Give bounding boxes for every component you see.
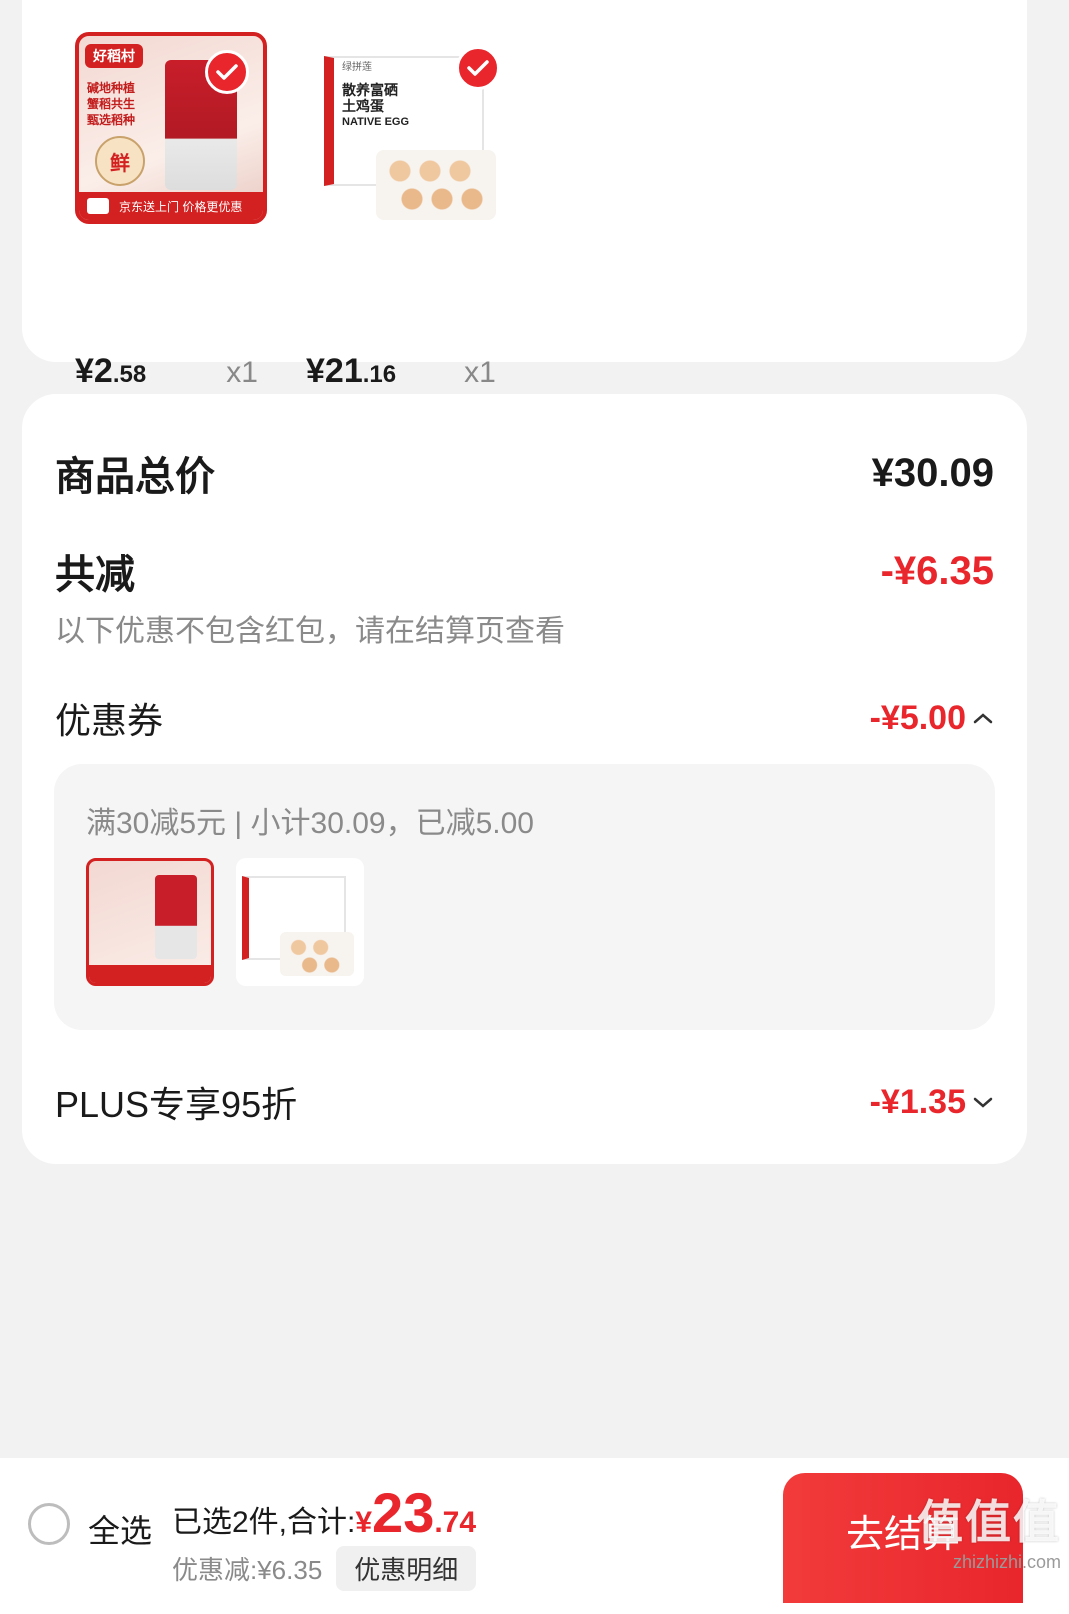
- rice-slogan: 碱地种植 蟹稻共生 甄选稻种: [87, 81, 136, 127]
- reduce-row: 共减 -¥6.35: [55, 542, 994, 600]
- coupon-product-thumb-rice[interactable]: [86, 858, 214, 986]
- watermark-url: zhizhizhi.com: [952, 1552, 1061, 1572]
- plus-discount-label: PLUS专享95折: [55, 1084, 298, 1125]
- chevron-down-icon: [973, 1097, 993, 1108]
- price-summary-card: 商品总价 ¥30.09 共减 -¥6.35 以下优惠不包含红包，请在结算页查看 …: [22, 394, 1027, 1164]
- brand-label: 好稻村: [85, 44, 143, 68]
- egg-title: 散养富硒 土鸡蛋 NATIVE EGG: [342, 82, 410, 128]
- price-row: ¥21.16 x1: [306, 352, 496, 391]
- truck-icon: [87, 198, 109, 214]
- product-image-egg[interactable]: 绿拼莲 散养富硒 土鸡蛋 NATIVE EGG: [318, 32, 510, 224]
- price-row: ¥2.58 x1: [75, 352, 258, 391]
- coupon-detail-box: 满30减5元 | 小计30.09，已减5.00: [54, 764, 995, 1030]
- coupon-detail-text: 满30减5元 | 小计30.09，已减5.00: [86, 807, 534, 840]
- select-all-label[interactable]: 全选: [88, 1506, 152, 1552]
- selected-check-icon[interactable]: [205, 50, 249, 94]
- product-price: ¥2.58: [75, 352, 147, 390]
- coupon-product-thumb-egg[interactable]: [236, 858, 364, 986]
- coupon-label: 优惠券: [55, 700, 164, 741]
- discount-summary: 优惠减:¥6.35 优惠明细: [172, 1546, 477, 1591]
- plus-discount-row[interactable]: PLUS专享95折 -¥1.35: [55, 1076, 994, 1128]
- total-amount-dec: .74: [434, 1506, 477, 1539]
- discount-detail-button[interactable]: 优惠明细: [336, 1546, 477, 1591]
- total-amount-int: 23: [372, 1481, 435, 1544]
- product-price: ¥21.16: [306, 352, 397, 390]
- checkout-bar: 全选 已选2件,合计: ¥ 23 .74 优惠减:¥6.35 优惠明细 去结算: [0, 1458, 1069, 1614]
- reduce-label: 共减: [55, 553, 135, 597]
- product-card: 好稻村 碱地种植 蟹稻共生 甄选稻种 鲜 京东送上门 价格更优惠 ¥2.58 x…: [22, 0, 1027, 390]
- coupon-value[interactable]: -¥5.00: [870, 699, 994, 738]
- selected-total: 已选2件,合计: ¥ 23 .74: [172, 1480, 476, 1545]
- watermark-logo: 值值值: [917, 1496, 1061, 1548]
- chevron-up-icon: [973, 713, 993, 724]
- select-all-radio[interactable]: [28, 1503, 70, 1545]
- selected-check-icon[interactable]: [456, 46, 500, 90]
- coupon-row[interactable]: 优惠券 -¥5.00: [55, 692, 994, 744]
- site-watermark: 值值值 zhizhizhi.com: [917, 1486, 1061, 1573]
- product-qty: x1: [226, 356, 258, 389]
- product-qty: x1: [464, 356, 496, 389]
- discount-note: 以下优惠不包含红包，请在结算页查看: [55, 615, 565, 648]
- product-image-rice[interactable]: 好稻村 碱地种植 蟹稻共生 甄选稻种 鲜 京东送上门 价格更优惠: [75, 32, 267, 224]
- total-price-label: 商品总价: [55, 455, 215, 499]
- fresh-badge: 鲜: [95, 136, 145, 186]
- reduce-value: -¥6.35: [880, 548, 994, 593]
- product-item-egg[interactable]: 绿拼莲 散养富硒 土鸡蛋 NATIVE EGG ¥21.16 x1: [306, 32, 548, 390]
- egg-tray: [376, 150, 496, 220]
- egg-brand: 绿拼莲: [342, 62, 372, 73]
- total-price-value: ¥30.09: [871, 450, 994, 495]
- total-price-row: 商品总价 ¥30.09: [55, 444, 994, 502]
- total-currency: ¥: [355, 1506, 373, 1539]
- product-item-rice[interactable]: 好稻村 碱地种植 蟹稻共生 甄选稻种 鲜 京东送上门 价格更优惠 ¥2.58 x…: [75, 32, 305, 390]
- discount-amount: 优惠减:¥6.35: [172, 1555, 323, 1585]
- selected-count-label: 已选2件,合计:: [172, 1506, 356, 1539]
- plus-discount-value[interactable]: -¥1.35: [870, 1083, 994, 1122]
